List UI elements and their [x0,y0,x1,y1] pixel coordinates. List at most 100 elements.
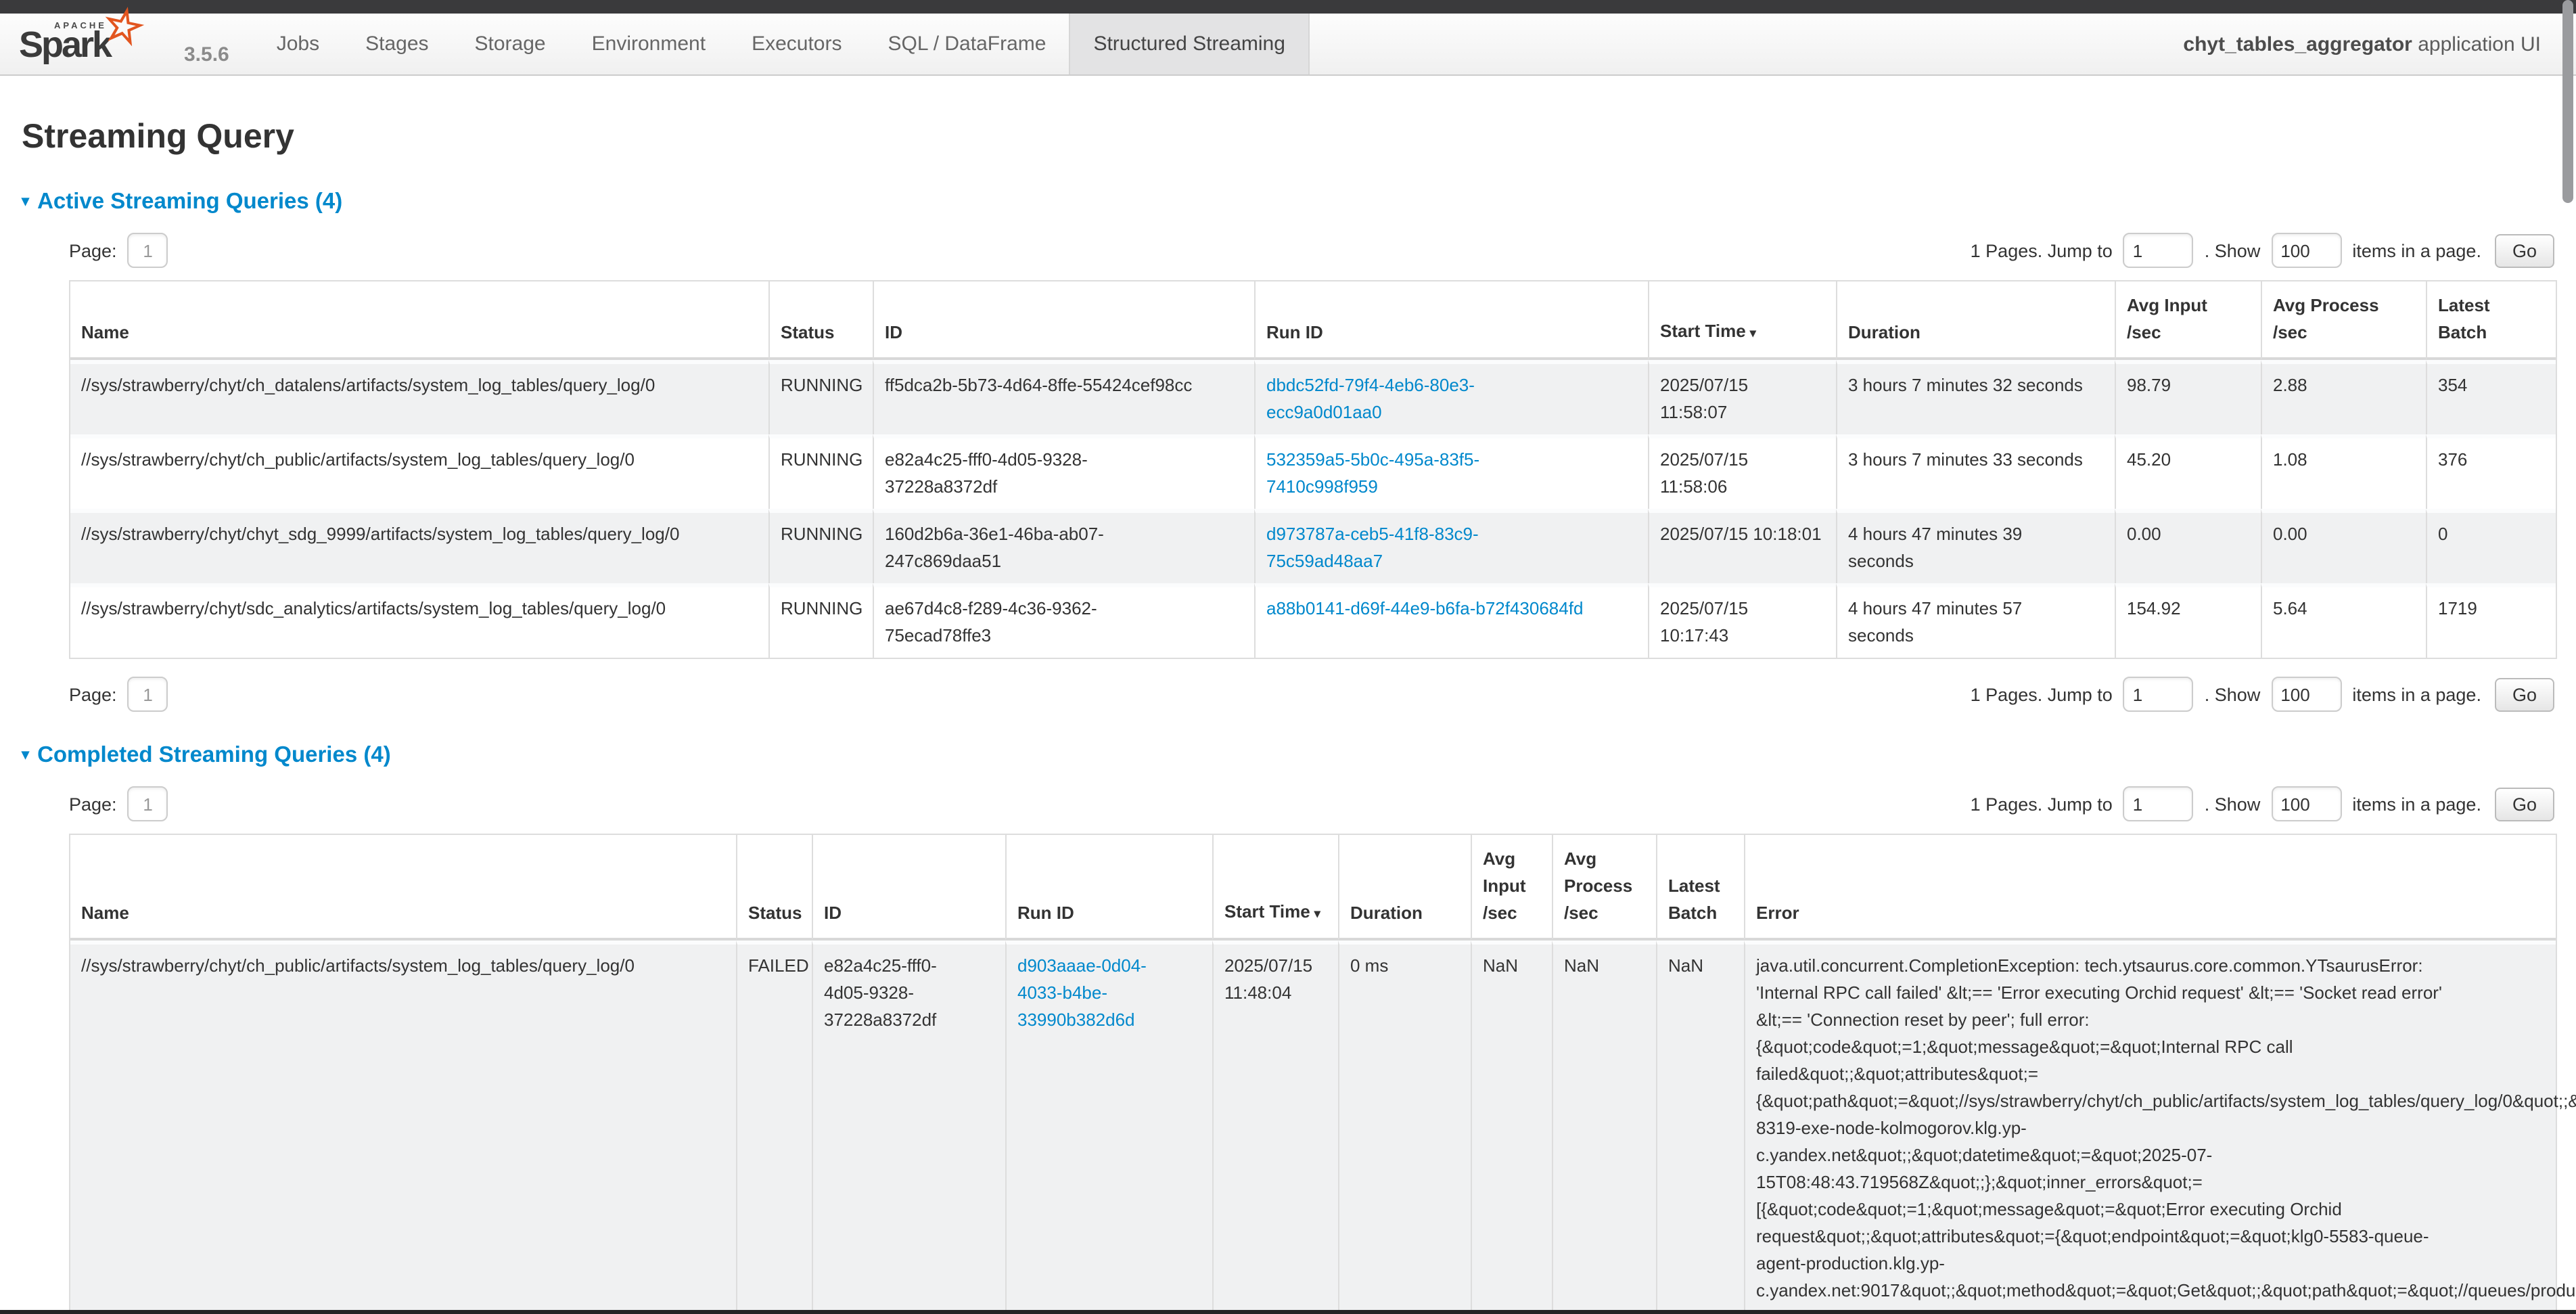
column-header-id[interactable]: ID [873,281,1254,360]
completed-queries-header-label: Completed Streaming Queries (4) [37,743,391,767]
column-header-status[interactable]: Status [768,281,873,360]
cell-start_time: 2025/07/1511:48:04 [1212,941,1338,1314]
tab-stages[interactable]: Stages [342,14,451,74]
cell-id: ae67d4c8-f289-4c36-9362-75ecad78ffe3 [873,583,1254,658]
page-size-input[interactable] [2271,786,2341,821]
cell-avg_process: NaN [1552,941,1656,1314]
cell-id: 160d2b6a-36e1-46ba-ab07-247c869daa51 [873,509,1254,583]
column-header-run_id[interactable]: Run ID [1005,835,1212,941]
completed-streaming-queries-table: NameStatusIDRun IDStart Time▾DurationAvg… [69,834,2557,1314]
cell-name: //sys/strawberry/chyt/sdc_analytics/arti… [70,583,768,658]
jump-to-input[interactable] [2123,233,2194,268]
cell-run_id[interactable]: 532359a5-5b0c-495a-83f5- 7410c998f959 [1254,434,1648,509]
tab-executors[interactable]: Executors [729,14,865,74]
go-button[interactable]: Go [2495,677,2554,711]
cell-run_id[interactable]: d973787a-ceb5-41f8-83c9- 75c59ad48aa7 [1254,509,1648,583]
column-header-avg_process[interactable]: Avg Process/sec [2261,281,2426,360]
run-id-link[interactable]: ecc9a0d01aa0 [1266,402,1382,422]
completed-queries-table: NameStatusIDRun IDStart Time▾DurationAvg… [69,834,2554,1314]
navbar-tabs: JobsStagesStorageEnvironmentExecutorsSQL… [254,14,1310,74]
column-header-duration[interactable]: Duration [1836,281,2115,360]
jump-to-input[interactable] [2123,677,2194,712]
cell-avg_input: 98.79 [2115,360,2261,434]
column-header-start_time[interactable]: Start Time▾ [1648,281,1836,360]
run-id-link[interactable]: 4033-b4be- [1017,982,1107,1003]
go-button[interactable]: Go [2495,787,2554,821]
run-id-link[interactable]: dbdc52fd-79f4-4eb6-80e3- [1266,375,1475,395]
application-title-suffix: application UI [2418,32,2541,55]
items-label: items in a page. [2352,240,2481,260]
sort-desc-icon: ▾ [1750,326,1756,340]
run-id-link[interactable]: d903aaae-0d04- [1017,955,1147,976]
tab-structured-streaming[interactable]: Structured Streaming [1069,14,1309,74]
column-header-status[interactable]: Status [736,835,812,941]
completed-queries-body: Page: 1 Pages. Jump to . Show items in a… [69,786,2554,1314]
column-header-latest_batch[interactable]: LatestBatch [1656,835,1744,941]
completed-queries-header[interactable]: ▾Completed Streaming Queries (4) [22,742,2554,769]
cell-avg_input: 45.20 [2115,434,2261,509]
show-label: . Show [2205,684,2261,704]
scrollbar-thumb[interactable] [2562,0,2573,203]
pages-jump-label: 1 Pages. Jump to [1971,684,2113,704]
tab-environment[interactable]: Environment [569,14,729,74]
cell-status: RUNNING [768,509,873,583]
tab-storage[interactable]: Storage [452,14,569,74]
column-header-run_id[interactable]: Run ID [1254,281,1648,360]
column-header-name[interactable]: Name [70,281,768,360]
page-title: Streaming Query [22,116,2554,158]
cell-run_id[interactable]: dbdc52fd-79f4-4eb6-80e3- ecc9a0d01aa0 [1254,360,1648,434]
cell-avg_process: 1.08 [2261,434,2426,509]
cell-run_id[interactable]: d903aaae-0d04- 4033-b4be- 33990b382d6d [1005,941,1212,1314]
run-id-link[interactable]: 75c59ad48aa7 [1266,551,1383,571]
run-id-link[interactable]: a88b0141-d69f-44e9-b6fa-b72f430684fd [1266,598,1583,618]
cell-duration: 4 hours 47 minutes 57seconds [1836,583,2115,658]
browser-chrome-bar [0,0,2576,14]
spark-logo[interactable]: ☆ APACHE Spark [19,14,179,74]
cell-id: e82a4c25-fff0-4d05-9328-37228a8372df [873,434,1254,509]
page-number-input[interactable] [128,233,168,268]
column-header-latest_batch[interactable]: LatestBatch [2426,281,2556,360]
column-header-error[interactable]: Error [1744,835,2556,941]
page-label: Page: [69,794,117,814]
jump-to-input[interactable] [2123,786,2194,821]
run-id-link[interactable]: d973787a-ceb5-41f8-83c9- [1266,524,1479,544]
cell-run_id[interactable]: a88b0141-d69f-44e9-b6fa-b72f430684fd [1254,583,1648,658]
column-header-name[interactable]: Name [70,835,736,941]
table-row: //sys/strawberry/chyt/sdc_analytics/arti… [70,583,2556,658]
page-number-input[interactable] [128,677,168,712]
cell-avg_process: 5.64 [2261,583,2426,658]
pages-jump-label: 1 Pages. Jump to [1971,240,2113,260]
column-header-duration[interactable]: Duration [1338,835,1471,941]
column-header-id[interactable]: ID [812,835,1005,941]
cell-latest_batch: 1719 [2426,583,2556,658]
page-number-input[interactable] [128,786,168,821]
active-queries-header[interactable]: ▾Active Streaming Queries (4) [22,188,2554,215]
run-id-link[interactable]: 33990b382d6d [1017,1010,1135,1030]
page-size-input[interactable] [2271,233,2341,268]
table-row: //sys/strawberry/chyt/ch_datalens/artifa… [70,360,2556,434]
page-label: Page: [69,240,117,260]
cell-start_time: 2025/07/1510:17:43 [1648,583,1836,658]
tab-sql-dataframe[interactable]: SQL / DataFrame [865,14,1069,74]
active-streaming-queries-table: NameStatusIDRun IDStart Time▾DurationAvg… [69,280,2557,659]
column-header-start_time[interactable]: Start Time▾ [1212,835,1338,941]
cell-name: //sys/strawberry/chyt/ch_datalens/artifa… [70,360,768,434]
column-header-avg_input[interactable]: AvgInput/sec [1471,835,1552,941]
cell-avg_process: 0.00 [2261,509,2426,583]
header-row: NameStatusIDRun IDStart Time▾DurationAvg… [70,281,2556,360]
run-id-link[interactable]: 7410c998f959 [1266,476,1378,497]
column-header-avg_process[interactable]: AvgProcess/sec [1552,835,1656,941]
cell-start_time: 2025/07/15 10:18:01 [1648,509,1836,583]
pagination-controls: 1 Pages. Jump to . Show items in a page.… [1971,786,2554,821]
go-button[interactable]: Go [2495,233,2554,267]
column-header-avg_input[interactable]: Avg Input/sec [2115,281,2261,360]
cell-id: ff5dca2b-5b73-4d64-8ffe-55424cef98cc [873,360,1254,434]
page-size-input[interactable] [2271,677,2341,712]
pages-jump-label: 1 Pages. Jump to [1971,794,2113,814]
cell-latest_batch: 376 [2426,434,2556,509]
cell-name: //sys/strawberry/chyt/ch_public/artifact… [70,434,768,509]
window-bottom-edge [0,1310,2576,1314]
tab-jobs[interactable]: Jobs [254,14,342,74]
run-id-link[interactable]: 532359a5-5b0c-495a-83f5- [1266,449,1479,470]
page-label: Page: [69,684,117,704]
